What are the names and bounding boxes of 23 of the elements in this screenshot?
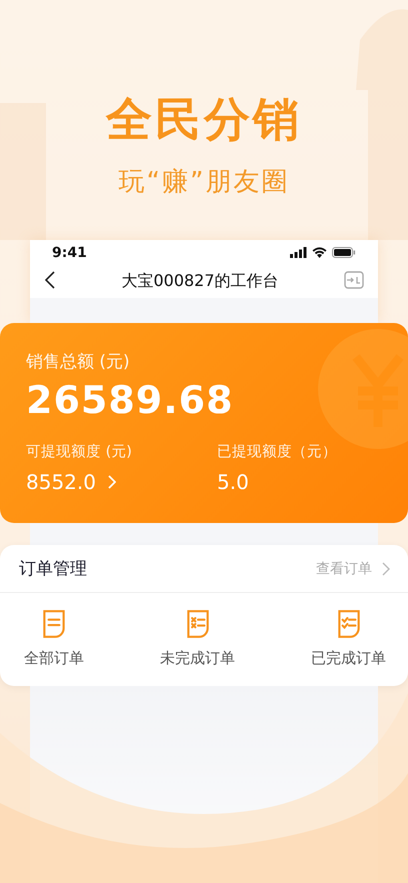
- order-category-button[interactable]: 未完成订单: [160, 609, 235, 668]
- stat-label: 已提现额度（元）: [217, 442, 338, 462]
- status-time: 9:41: [52, 244, 87, 260]
- headline: 全民分销: [106, 93, 302, 145]
- page-title: 大宝000827的工作台: [121, 271, 279, 292]
- order-list-icon: [184, 609, 210, 639]
- order-category-button[interactable]: 全部订单: [24, 609, 84, 668]
- battery-icon: [332, 247, 356, 258]
- subtitle: 玩“赚”朋友圈: [118, 167, 290, 197]
- sales-total-value: 26589.68: [26, 378, 235, 422]
- section-title: 订单管理: [19, 558, 87, 580]
- order-list-icon: [41, 609, 67, 639]
- order-category-button[interactable]: 已完成订单: [311, 609, 386, 668]
- chevron-right-icon[interactable]: [108, 475, 116, 489]
- sales-total-label: 销售总额 (元): [26, 351, 131, 373]
- signal-icon: [290, 247, 307, 258]
- wallet-icon[interactable]: [344, 270, 364, 288]
- chevron-right-icon: [382, 562, 390, 576]
- order-list-icon: [336, 609, 362, 639]
- stat-value: 5.0: [217, 469, 249, 495]
- back-icon[interactable]: [44, 270, 56, 290]
- wifi-icon: [312, 247, 327, 258]
- stat-label: 可提现额度 (元): [26, 442, 133, 462]
